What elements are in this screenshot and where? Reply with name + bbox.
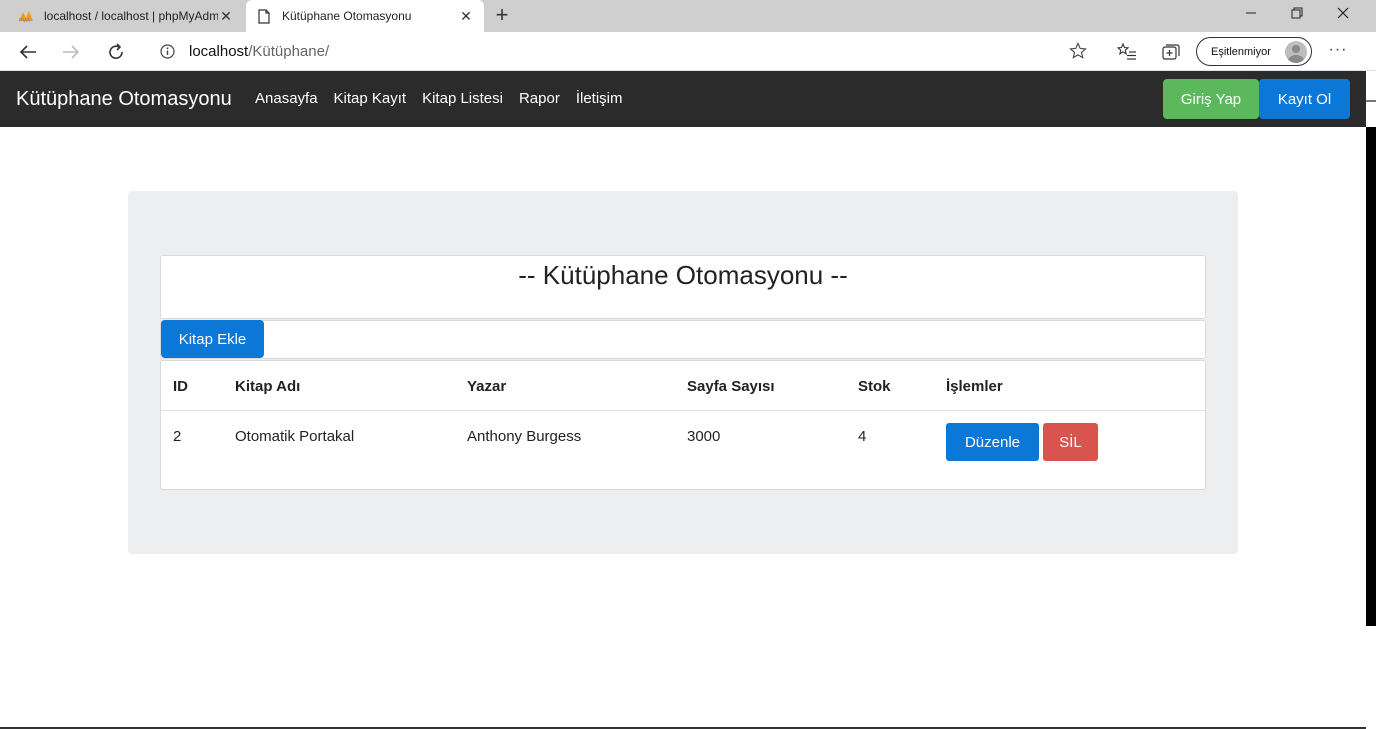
header-divider	[161, 410, 1205, 411]
nav-link-anasayfa[interactable]: Anasayfa	[255, 90, 318, 107]
scrollbar-track[interactable]	[1366, 127, 1376, 626]
close-icon[interactable]: ✕	[458, 8, 474, 24]
login-button[interactable]: Giriş Yap	[1163, 79, 1259, 119]
nav-link-rapor[interactable]: Rapor	[519, 90, 560, 107]
sync-profile-button[interactable]: Eşitlenmiyor	[1196, 37, 1312, 66]
svg-text:PMA: PMA	[19, 18, 31, 23]
cell-title: Otomatik Portakal	[235, 428, 355, 445]
column-header-author: Yazar	[467, 378, 507, 395]
browser-tab-bar: PMA localhost / localhost | phpMyAdmin ✕…	[0, 0, 1376, 32]
back-arrow-icon[interactable]	[13, 37, 43, 67]
page-icon	[256, 8, 272, 24]
scrollbar-thumb[interactable]	[1366, 100, 1376, 102]
close-window-icon[interactable]	[1320, 0, 1366, 26]
favorites-list-icon[interactable]	[1116, 41, 1138, 63]
tab-title: Kütüphane Otomasyonu	[282, 9, 412, 23]
cell-author: Anthony Burgess	[467, 428, 582, 445]
sync-label: Eşitlenmiyor	[1211, 45, 1271, 58]
more-menu-icon[interactable]: ···	[1326, 41, 1350, 63]
favorite-star-icon[interactable]	[1069, 42, 1087, 60]
column-header-actions: İşlemler	[946, 378, 1003, 395]
add-book-button[interactable]: Kitap Ekle	[161, 320, 264, 358]
tab-phpmyadmin[interactable]: PMA localhost / localhost | phpMyAdmin ✕	[8, 0, 244, 32]
restore-icon[interactable]	[1274, 0, 1320, 26]
site-navbar: Kütüphane Otomasyonu Anasayfa Kitap Kayı…	[0, 71, 1366, 127]
profile-avatar-icon	[1285, 41, 1307, 63]
books-table: ID Kitap Adı Yazar Sayfa Sayısı Stok İşl…	[160, 360, 1206, 490]
url-bar[interactable]: localhost/Kütüphane/	[145, 36, 1097, 66]
new-tab-plus-icon[interactable]: +	[490, 4, 514, 28]
edit-button[interactable]: Düzenle	[946, 423, 1039, 461]
column-header-id: ID	[173, 378, 188, 395]
minimize-icon[interactable]	[1228, 0, 1274, 26]
cell-id: 2	[173, 428, 182, 445]
cell-pages: 3000	[687, 428, 721, 445]
delete-button[interactable]: SİL	[1043, 423, 1098, 461]
address-toolbar: localhost/Kütüphane/ Eşitlenmiyor ···	[0, 32, 1376, 71]
nav-link-kitap-listesi[interactable]: Kitap Listesi	[422, 90, 503, 107]
phpmyadmin-icon: PMA	[18, 8, 34, 24]
refresh-icon[interactable]	[101, 37, 131, 67]
cell-stock: 4	[858, 428, 867, 445]
column-header-stock: Stok	[858, 378, 891, 395]
column-header-pages: Sayfa Sayısı	[687, 378, 775, 395]
collections-icon[interactable]	[1160, 41, 1182, 63]
tab-title: localhost / localhost | phpMyAdmin	[44, 9, 218, 23]
info-icon[interactable]	[159, 43, 175, 59]
close-icon[interactable]: ✕	[218, 8, 234, 24]
toolbar-card	[160, 320, 1206, 359]
url-path: /Kütüphane/	[248, 42, 330, 60]
tab-library[interactable]: Kütüphane Otomasyonu ✕	[246, 0, 484, 32]
nav-link-kitap-kayit[interactable]: Kitap Kayıt	[334, 90, 407, 107]
column-header-title: Kitap Adı	[235, 378, 301, 395]
page-title: -- Kütüphane Otomasyonu --	[518, 260, 848, 290]
register-button[interactable]: Kayıt Ol	[1259, 79, 1350, 119]
site-brand[interactable]: Kütüphane Otomasyonu	[16, 88, 232, 111]
heading-card: -- Kütüphane Otomasyonu --	[160, 255, 1206, 319]
forward-arrow-icon[interactable]	[56, 37, 86, 67]
url-host: localhost	[189, 42, 249, 60]
nav-links: Anasayfa Kitap Kayıt Kitap Listesi Rapor…	[255, 90, 623, 107]
nav-link-iletisim[interactable]: İletişim	[576, 90, 623, 107]
